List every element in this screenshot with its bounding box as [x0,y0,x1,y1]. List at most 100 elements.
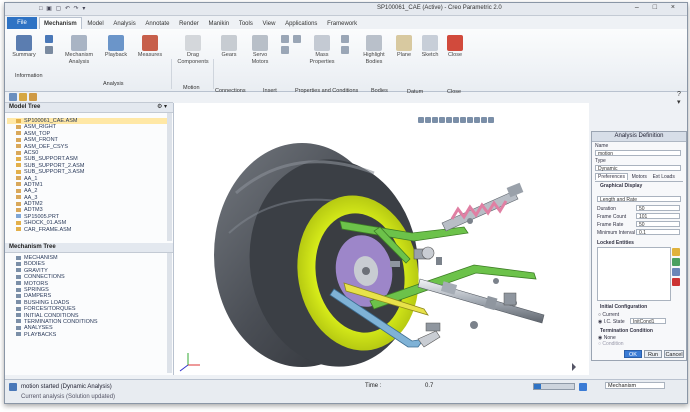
tree-item-label: MOTORS [24,280,49,287]
tree-item-label: MECHANISM [24,255,58,261]
tree-item-label: ASM_TOP [24,130,51,137]
view-toolbar[interactable] [418,117,495,125]
group-insert: Insert [263,88,277,94]
cancel-button[interactable]: Cancel [664,350,684,358]
motor-icon [16,281,21,286]
spring-icon[interactable] [281,35,289,43]
tab-ext-loads[interactable]: Ext Loads [651,174,677,180]
analysis-name-field[interactable]: motion [595,150,681,157]
run-button[interactable]: Run [644,350,662,358]
application-window: □ ▣ ▢ ↶ ↷ ▾ SP100061_CAE (Active) - Creo… [4,2,688,404]
remove-lock-icon[interactable] [672,278,680,286]
suspension-model[interactable] [174,103,589,375]
zoom-out-icon [432,117,438,123]
favorites-icon[interactable] [29,93,37,101]
part-icon [16,214,21,219]
tab-motors[interactable]: Motors [630,174,649,180]
group-properties-conditions: Properties and Conditions [295,88,359,94]
tree-item-label: ANALYSES [24,325,53,332]
quick-access-toolbar[interactable]: □ ▣ ▢ ↶ ↷ ▾ [39,5,86,12]
right-toolbar[interactable]: ? ▾ [677,91,687,131]
model-tree-scrollbar[interactable] [167,113,172,241]
tree-item-label: AA_2 [24,188,38,195]
tree-item-label: ASM_RIGHT [24,124,57,131]
summary-icon [16,35,32,51]
frame-count-field[interactable]: 101 [636,213,680,220]
csys-icon [16,144,21,149]
ok-button[interactable]: OK [624,350,642,358]
lock-connection-icon[interactable] [672,258,680,266]
stop-icon[interactable] [579,383,587,391]
tree-item[interactable]: CAR_FRAME.ASM [7,227,171,233]
gears-icon [221,35,237,51]
repaint-icon [439,117,445,123]
group-bodies: Bodies [371,88,388,94]
plane-button[interactable]: Plane [393,35,415,59]
window-title: SP100061_CAE (Active) - Creo Parametric … [377,5,502,11]
tree-item-label: ADTM2 [24,201,43,208]
group-datum[interactable]: Datum [407,89,423,95]
tree-item[interactable]: PLAYBACKS [7,332,171,338]
sketch-button[interactable]: Sketch [419,35,441,59]
assembly-icon [16,118,21,123]
csys-icon [16,150,21,155]
file-menu-button[interactable]: File [7,17,37,29]
tree-item-label: SP100061_CAE.ASM [24,118,78,124]
mass-properties-button[interactable]: Mass Properties [307,35,337,66]
locked-entities-list[interactable] [597,247,671,301]
current-radio[interactable]: ○ Current [598,312,619,318]
measures-button[interactable]: Measures [133,35,167,59]
playback-icon [108,35,124,51]
minimum-interval-field[interactable]: 0.1 [636,229,680,236]
graphics-area[interactable] [174,103,589,375]
assembly-icon [16,156,21,161]
frame-rate-field[interactable]: 50 [636,221,680,228]
selection-filter[interactable]: Mechanism [605,382,665,389]
model-tree-tab-icon[interactable] [9,93,17,101]
tree-item-label: ADTM3 [24,207,43,214]
info-icon[interactable] [45,35,53,43]
ic-state-radio[interactable]: ◉ I.C. State [598,319,625,325]
length-rate-select[interactable]: Length and Rate [597,196,681,203]
force-icon[interactable] [293,35,301,43]
tree-settings-icon[interactable]: ⚙ ▾ [157,103,167,112]
datum-plane-icon [16,201,21,206]
axis-icon [16,188,21,193]
group-analysis[interactable]: Analysis [103,81,123,87]
spring-icon [16,287,21,292]
analysis-type-select[interactable]: Dynamic [595,165,681,172]
shock-absorber [441,182,524,232]
dropdown-icon[interactable]: ▾ [677,98,687,106]
tab-preferences[interactable]: Preferences [595,173,628,180]
assembly-icon [16,169,21,174]
initial-condition-icon[interactable] [341,46,349,54]
tree-item-label: DAMPERS [24,293,52,300]
close-button[interactable]: Close [445,35,465,59]
duration-field[interactable]: 50 [636,205,680,212]
gears-button[interactable]: Gears [217,35,241,59]
tree-item-label: CAR_FRAME.ASM [24,226,72,233]
playback-button[interactable]: Playback [101,35,131,59]
mechanism-tree-scrollbar[interactable] [167,253,172,373]
drag-components-icon [185,35,201,51]
window-controls[interactable]: – □ × [635,4,681,11]
mechanism-tree-header: Mechanism Tree [5,243,173,253]
ic-state-select[interactable]: InitCond1 [630,318,666,325]
mechanism-analysis-icon [71,35,87,51]
damper-icon[interactable] [281,46,289,54]
gravity-icon[interactable] [341,35,349,43]
highlight-bodies-button[interactable]: Highlight Bodies [359,35,389,66]
lock-point-icon[interactable] [672,268,680,276]
model-check-icon[interactable] [45,46,53,54]
initial-configuration-heading: Initial Configuration [600,304,648,310]
assembly-icon [16,220,21,225]
servo-motors-button[interactable]: Servo Motors [245,35,275,66]
help-icon[interactable]: ? [677,91,687,98]
mechanism-analysis-button[interactable]: Mechanism Analysis [61,35,97,66]
drag-components-button[interactable]: Drag Components [175,35,211,66]
lock-body-icon[interactable] [672,248,680,256]
summary-button[interactable]: Summary [9,35,39,59]
measures-icon [142,35,158,51]
folder-browser-icon[interactable] [19,93,27,101]
condition-radio[interactable]: ○ Condition [598,341,624,347]
